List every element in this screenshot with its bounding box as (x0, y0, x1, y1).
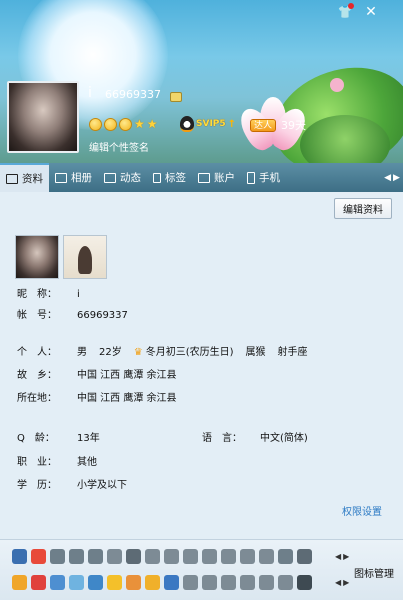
heart-icon[interactable] (297, 549, 312, 564)
shield-icon[interactable] (240, 575, 255, 590)
chevron-right-icon[interactable]: ▶ (393, 173, 400, 183)
wallet-icon (198, 172, 210, 183)
account-row: 帐 号： 66969337 (17, 310, 128, 321)
birthday: 冬月初三(农历生日) (145, 347, 234, 358)
tab-feed[interactable]: 动态 (98, 163, 147, 192)
daren-badge[interactable]: 达人 39天 (250, 117, 306, 133)
job-row: 职 业： 其他 (17, 457, 97, 468)
app-icon[interactable] (31, 575, 46, 590)
diamond-icon[interactable] (259, 549, 274, 564)
chevron-right-icon[interactable]: ▶ (343, 552, 349, 561)
flag-icon[interactable] (12, 575, 27, 590)
age: 22岁 (99, 347, 122, 358)
edit-profile-button[interactable]: 编辑资料 (334, 198, 392, 219)
qzone-icon[interactable] (12, 549, 27, 564)
gift-icon[interactable] (126, 575, 141, 590)
tab-scroll-arrows[interactable]: ◀ ▶ (381, 163, 403, 192)
close-icon[interactable]: ✕ (362, 3, 380, 21)
personal-row: 个 人： 男 22岁 ♛ 冬月初三(农历生日) 属猴 射手座 (17, 347, 308, 358)
profile-card-icon (6, 173, 18, 184)
service-icons-row-2 (12, 575, 312, 590)
penguin-icon[interactable] (297, 575, 312, 590)
bookmark-icon (153, 172, 161, 183)
music-icon[interactable] (50, 575, 65, 590)
graduation-icon[interactable] (88, 575, 103, 590)
diamond-icon[interactable] (240, 549, 255, 564)
diamond-icon[interactable] (164, 549, 179, 564)
phone-icon (247, 171, 255, 184)
list-icon (104, 172, 116, 183)
education-row: 学 历： 小学及以下 (17, 480, 127, 491)
penguin-icon (180, 116, 194, 132)
icon-management-button[interactable]: 图标管理 (354, 565, 394, 580)
disc-icon[interactable] (183, 575, 198, 590)
icon-row-2-arrows[interactable]: ◀ ▶ (335, 578, 349, 587)
diamond-icon[interactable] (202, 549, 217, 564)
game-icon[interactable] (31, 549, 46, 564)
sun-face-icon (104, 117, 117, 131)
chevron-left-icon[interactable]: ◀ (384, 173, 391, 183)
heart-icon[interactable] (50, 549, 65, 564)
game-icon[interactable] (107, 575, 122, 590)
diamond-icon[interactable] (221, 549, 236, 564)
level-icons[interactable]: ★ ★ (89, 116, 158, 132)
avatar-thumbnail[interactable] (63, 235, 107, 279)
star-icon[interactable] (278, 549, 293, 564)
bag-icon[interactable] (202, 575, 217, 590)
avatar-thumbnail[interactable] (15, 235, 59, 279)
chevron-left-icon[interactable]: ◀ (335, 578, 341, 587)
heart-icon[interactable] (69, 549, 84, 564)
language-row: 语 言： 中文(简体) (202, 433, 308, 444)
nickname: i (88, 85, 92, 101)
avatar[interactable] (7, 81, 79, 153)
crown-icon[interactable] (145, 575, 160, 590)
notification-dot (348, 3, 354, 9)
diamond-icon[interactable] (107, 549, 122, 564)
target-icon[interactable] (278, 575, 293, 590)
tab-tags[interactable]: 标签 (147, 163, 192, 192)
pet-icon[interactable] (69, 575, 84, 590)
qq-card-icon[interactable] (170, 92, 182, 102)
diamond-icon[interactable] (145, 549, 160, 564)
permission-settings-link[interactable]: 权限设置 (342, 503, 382, 518)
robot-icon[interactable] (126, 549, 141, 564)
svip-badge[interactable]: SVIP5 ↑ (180, 116, 236, 132)
headset-icon[interactable] (164, 575, 179, 590)
chevron-left-icon[interactable]: ◀ (335, 552, 341, 561)
crown-icon: ♛ (133, 347, 143, 358)
location-row: 所在地： 中国 江西 鹰潭 余江县 (17, 393, 177, 404)
tab-phone[interactable]: 手机 (241, 163, 286, 192)
hometown-row: 故 乡： 中国 江西 鹰潭 余江县 (17, 370, 177, 381)
tab-bar: 资料 相册 动态 标签 账户 手机 (0, 163, 403, 192)
flower-decoration (330, 78, 344, 92)
tab-profile[interactable]: 资料 (0, 163, 49, 192)
signature-field[interactable]: 编辑个性签名 (89, 139, 149, 154)
diamond-icon[interactable] (88, 549, 103, 564)
arrow-up-icon: ↑ (227, 118, 237, 130)
qq-number: 66969337 (105, 88, 161, 101)
tab-album[interactable]: 相册 (49, 163, 98, 192)
constellation: 射手座 (277, 347, 308, 358)
diamond-icon[interactable] (183, 549, 198, 564)
star-icon: ★ (134, 116, 145, 131)
tab-account[interactable]: 账户 (192, 163, 241, 192)
service-icons-row-1 (12, 549, 312, 564)
sun-face-icon (89, 117, 102, 131)
icon-row-1-arrows[interactable]: ◀ ▶ (335, 552, 349, 561)
zodiac: 属猴 (245, 347, 266, 358)
refresh-icon[interactable] (259, 575, 274, 590)
photo-icon (55, 172, 67, 183)
qage-row: Q 龄： 13年 (17, 433, 100, 444)
nickname-row: 昵 称： i (17, 289, 80, 300)
chevron-right-icon[interactable]: ▶ (343, 578, 349, 587)
gender: 男 (77, 347, 87, 358)
photo-icon[interactable] (221, 575, 236, 590)
star-icon: ★ (146, 116, 158, 131)
sun-face-icon (119, 117, 132, 131)
